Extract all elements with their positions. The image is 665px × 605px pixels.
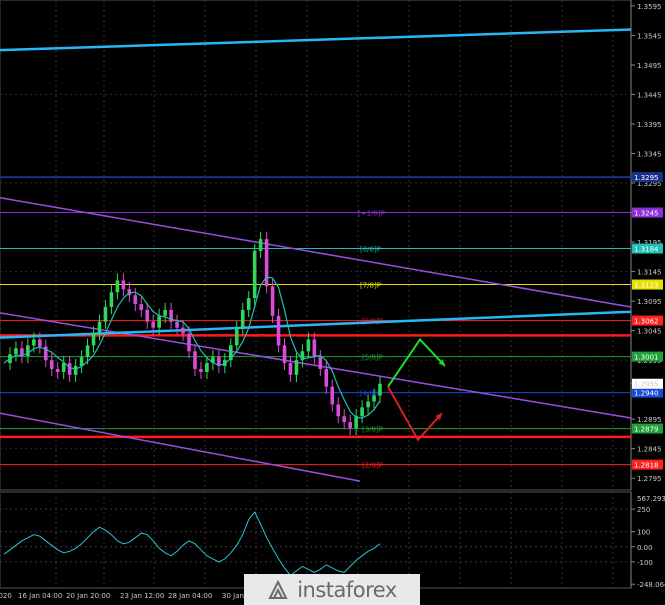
candle-body xyxy=(97,321,102,334)
instaforex-logo-icon xyxy=(268,579,288,599)
candle-body xyxy=(67,363,72,375)
murrey-level-label: [4/8]P xyxy=(360,390,381,398)
x-tick-label: 23 Jan 12:00 xyxy=(120,592,164,600)
murrey-level-label: [2/8]P xyxy=(362,462,383,470)
y-tick-label: 1.3145 xyxy=(637,269,662,277)
x-tick-label: 16 Jan 04:00 xyxy=(18,592,62,600)
candle-body xyxy=(282,345,287,364)
candle-body xyxy=(258,239,263,251)
murrey-level-label: [+1/8]P xyxy=(358,210,385,218)
candle-body xyxy=(342,416,346,423)
y-tick-label: 1.3045 xyxy=(637,328,662,336)
candle-body xyxy=(175,321,179,328)
candle-body xyxy=(378,383,382,396)
candle-body xyxy=(270,286,275,316)
candle-body xyxy=(32,339,36,346)
indicator-header-value: 567.2935 xyxy=(637,495,665,503)
candle-body xyxy=(151,321,156,328)
level-badge-label: 1.3062 xyxy=(634,318,659,326)
indicator-tick-label: -100 xyxy=(637,559,653,567)
watermark-text: instaforex xyxy=(297,577,397,602)
x-tick-label: 20 Jan 20:00 xyxy=(66,592,110,600)
x-tick-label: 2020 xyxy=(0,592,12,600)
candle-body xyxy=(85,345,90,358)
x-tick-label: 28 Jan 04:00 xyxy=(168,592,212,600)
candle-body xyxy=(348,422,352,429)
level-badge-label: 1.3001 xyxy=(634,354,659,362)
y-tick-label: 1.3095 xyxy=(637,298,662,306)
candle-body xyxy=(360,407,364,417)
candle-body xyxy=(79,357,84,367)
candle-body xyxy=(55,368,60,372)
level-badge-label: 1.2879 xyxy=(634,426,659,434)
x-tick-label: 30 Jan xyxy=(222,592,244,600)
level-badge-label: 1.3245 xyxy=(634,210,659,218)
level-badge-label: 1.3184 xyxy=(634,246,659,254)
candle-body xyxy=(115,280,120,293)
indicator-tick-label: 100 xyxy=(637,529,650,537)
indicator-tick-label: -248.0640 xyxy=(637,581,665,589)
candle-body xyxy=(61,363,66,372)
candle-body xyxy=(288,363,293,375)
level-badges: 1.3245 1.3184 1.3123 1.3062 1.3001 1.2940 1.28… xyxy=(632,172,663,470)
y-tick-label: 1.3595 xyxy=(637,3,662,11)
candle-body xyxy=(49,360,54,369)
main-plot-frame xyxy=(0,0,632,491)
candle-body xyxy=(318,357,323,369)
candle-body xyxy=(133,295,138,305)
candle-body xyxy=(240,309,245,328)
watermark: instaforex xyxy=(244,574,420,605)
candle-body xyxy=(306,339,311,352)
level-badge-label: 1.2818 xyxy=(634,462,659,470)
candle-body xyxy=(163,309,167,316)
current-price-label: 1.2955 xyxy=(634,381,659,389)
candle-body xyxy=(330,386,335,405)
candle-body xyxy=(246,298,251,310)
level-badge-label: 1.3123 xyxy=(634,282,659,290)
candle-body xyxy=(294,360,299,375)
murrey-level-label: [8/8]P xyxy=(360,246,381,254)
candle-body xyxy=(109,292,114,307)
candle-body xyxy=(336,404,341,417)
candle-body xyxy=(14,348,18,355)
y-tick-label: 1.2845 xyxy=(637,446,662,454)
candle-body xyxy=(145,309,150,322)
candle-body xyxy=(139,304,144,310)
y-tick-label: 1.3345 xyxy=(637,150,662,158)
indicator-tick-label: 250 xyxy=(637,506,650,514)
x-axis-ticks: 2020 16 Jan 04:00 20 Jan 20:00 23 Jan 12:00… xyxy=(0,592,244,600)
candle-body xyxy=(157,315,161,328)
candle-body xyxy=(121,280,126,290)
candle-body xyxy=(324,368,329,387)
y-tick-label: 1.3395 xyxy=(637,121,662,129)
candle-body xyxy=(181,327,185,334)
candle-body xyxy=(187,333,191,352)
candle-body xyxy=(276,315,281,346)
indicator-tick-label: 0.00 xyxy=(637,544,653,552)
candle-body xyxy=(205,363,209,372)
murrey-level-label: [7/8]P xyxy=(360,282,381,290)
murrey-level-label: [3/8]P xyxy=(362,426,383,434)
y-axis-ticks: 1.3595 1.3545 1.3495 1.3445 1.3395 1.3345 1.32… xyxy=(631,3,662,483)
candle-body xyxy=(193,351,197,369)
y-tick-label: 1.3445 xyxy=(637,91,662,99)
candle-body xyxy=(199,368,203,372)
candle-body xyxy=(38,339,42,347)
candle-body xyxy=(312,339,317,358)
y-tick-label: 1.3495 xyxy=(637,62,662,70)
level-badge-label: 1.2940 xyxy=(634,390,659,398)
candle-body xyxy=(103,306,108,322)
candle-body xyxy=(91,333,96,346)
y-tick-label: 1.2895 xyxy=(637,416,662,424)
y-tick-label: 1.2795 xyxy=(637,475,662,483)
top-level-badge-label: 1.3295 xyxy=(634,174,659,182)
candle-body xyxy=(73,366,78,375)
murrey-level-label: [5/8]P xyxy=(362,354,383,362)
candle-body xyxy=(234,327,239,346)
y-tick-label: 1.3545 xyxy=(637,32,662,40)
candle-body xyxy=(366,401,370,408)
candle-body xyxy=(372,395,376,402)
price-chart: [+1/8]P[8/8]P[7/8]P[6/8]P[5/8]P[4/8]P[3/… xyxy=(0,0,665,600)
candle-body xyxy=(252,250,257,299)
